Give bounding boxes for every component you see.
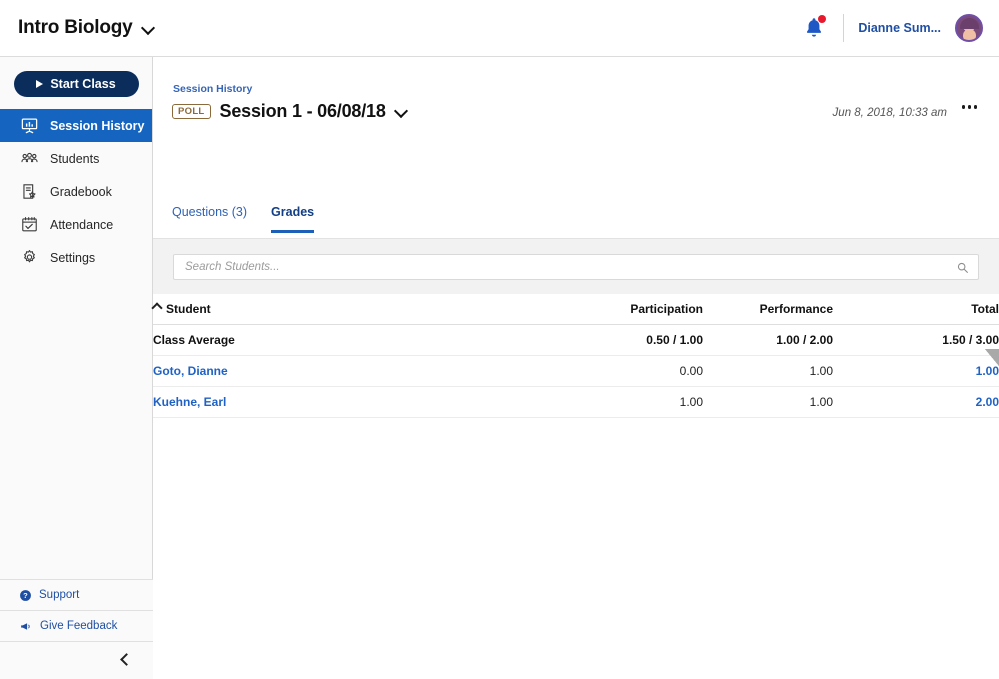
sort-ascending-icon bbox=[151, 302, 163, 314]
kebab-dot bbox=[967, 105, 971, 109]
sidebar-item-session-history[interactable]: Session History bbox=[0, 109, 152, 142]
student-name-link[interactable]: Kuehne, Earl bbox=[153, 386, 573, 418]
student-total[interactable]: 2.00 bbox=[833, 386, 999, 418]
column-header-student-label: Student bbox=[166, 301, 211, 316]
page-title: Session 1 - 06/08/18 bbox=[219, 101, 386, 121]
class-average-label: Class Average bbox=[153, 324, 573, 356]
class-average-performance: 1.00 / 2.00 bbox=[703, 324, 833, 356]
course-title-label: Intro Biology bbox=[18, 17, 133, 38]
sidebar-item-label: Session History bbox=[50, 118, 145, 133]
chevron-down-icon bbox=[142, 22, 155, 35]
course-title-dropdown[interactable]: Intro Biology bbox=[18, 17, 155, 39]
collapse-sidebar-button[interactable] bbox=[0, 641, 153, 679]
gradebook-icon bbox=[23, 184, 36, 199]
table-row[interactable]: Goto, Dianne 0.00 1.00 1.00 bbox=[153, 355, 999, 387]
megaphone-icon bbox=[21, 622, 30, 630]
search-panel bbox=[153, 239, 999, 294]
table-row[interactable]: Kuehne, Earl 1.00 1.00 2.00 bbox=[153, 386, 999, 418]
table-body: Class Average 0.50 / 1.00 1.00 / 2.00 1.… bbox=[153, 324, 999, 418]
sidebar: Start Class Session History Students Gra… bbox=[0, 57, 153, 679]
student-name-link[interactable]: Goto, Dianne bbox=[153, 355, 573, 387]
column-header-total[interactable]: Total bbox=[833, 294, 999, 325]
sidebar-item-attendance[interactable]: Attendance bbox=[0, 208, 152, 241]
class-average-row: Class Average 0.50 / 1.00 1.00 / 2.00 1.… bbox=[153, 324, 999, 356]
class-average-participation: 0.50 / 1.00 bbox=[573, 324, 703, 356]
session-switcher-chevron-down-icon[interactable] bbox=[395, 105, 408, 118]
chevron-left-icon bbox=[120, 653, 133, 666]
support-label: Support bbox=[39, 589, 80, 601]
svg-text:?: ? bbox=[23, 591, 28, 600]
sidebar-item-gradebook[interactable]: Gradebook bbox=[0, 175, 152, 208]
give-feedback-label: Give Feedback bbox=[40, 620, 118, 632]
start-class-label: Start Class bbox=[50, 77, 116, 91]
column-header-student[interactable]: Student bbox=[151, 294, 573, 325]
session-header: POLL Session 1 - 06/08/18 bbox=[172, 101, 408, 122]
sidebar-item-label: Attendance bbox=[50, 217, 114, 232]
top-bar-right: Dianne Sum... bbox=[801, 14, 983, 42]
status-badge: POLL bbox=[172, 103, 211, 120]
session-timestamp: Jun 8, 2018, 10:33 am bbox=[832, 107, 947, 119]
class-average-total: 1.50 / 3.00 bbox=[833, 324, 999, 356]
presentation-icon bbox=[21, 118, 38, 134]
kebab-dot bbox=[973, 105, 977, 109]
application-window: Intro Biology Dianne Sum... Start Class bbox=[0, 0, 999, 679]
breadcrumb[interactable]: Session History bbox=[173, 83, 252, 95]
grades-table: Student Participation Performance Total … bbox=[151, 294, 999, 418]
sidebar-footer: ? Support Give Feedback bbox=[0, 579, 153, 679]
start-class-button[interactable]: Start Class bbox=[13, 71, 139, 97]
divider bbox=[843, 14, 845, 42]
table-header-row: Student Participation Performance Total bbox=[151, 294, 999, 325]
tab-bar: Questions (3) Grades bbox=[172, 205, 315, 233]
table-header: Student Participation Performance Total bbox=[151, 294, 999, 325]
student-participation: 0.00 bbox=[573, 355, 703, 387]
student-total[interactable]: 1.00 bbox=[833, 355, 999, 387]
help-circle-icon: ? bbox=[20, 589, 31, 601]
sidebar-item-label: Gradebook bbox=[50, 184, 112, 199]
tab-grades[interactable]: Grades bbox=[271, 205, 315, 233]
user-menu[interactable]: Dianne Sum... bbox=[858, 21, 941, 35]
column-header-performance[interactable]: Performance bbox=[703, 294, 833, 325]
search-input[interactable] bbox=[174, 255, 978, 279]
student-performance: 1.00 bbox=[703, 386, 833, 418]
column-header-participation[interactable]: Participation bbox=[573, 294, 703, 325]
main-content: Session History POLL Session 1 - 06/08/1… bbox=[151, 57, 999, 679]
sidebar-item-label: Students bbox=[50, 151, 100, 166]
play-icon bbox=[36, 80, 44, 88]
top-bar: Intro Biology Dianne Sum... bbox=[0, 0, 999, 57]
student-participation: 1.00 bbox=[573, 386, 703, 418]
student-performance: 1.00 bbox=[703, 355, 833, 387]
avatar[interactable] bbox=[955, 14, 983, 42]
notifications-button[interactable] bbox=[801, 15, 827, 41]
people-icon bbox=[21, 152, 38, 163]
kebab-dot bbox=[961, 105, 965, 109]
support-link[interactable]: ? Support bbox=[0, 579, 153, 610]
calendar-check-icon bbox=[22, 217, 37, 232]
gear-icon bbox=[24, 249, 35, 263]
sidebar-item-label: Settings bbox=[50, 250, 96, 265]
search-icon[interactable] bbox=[956, 261, 969, 274]
sidebar-item-students[interactable]: Students bbox=[0, 142, 152, 175]
scroll-corner-indicator bbox=[985, 349, 999, 366]
tab-questions[interactable]: Questions (3) bbox=[172, 205, 247, 233]
more-options-button[interactable] bbox=[961, 105, 977, 109]
sidebar-item-settings[interactable]: Settings bbox=[0, 241, 152, 274]
give-feedback-link[interactable]: Give Feedback bbox=[0, 610, 153, 641]
search-field-wrapper bbox=[173, 254, 979, 280]
